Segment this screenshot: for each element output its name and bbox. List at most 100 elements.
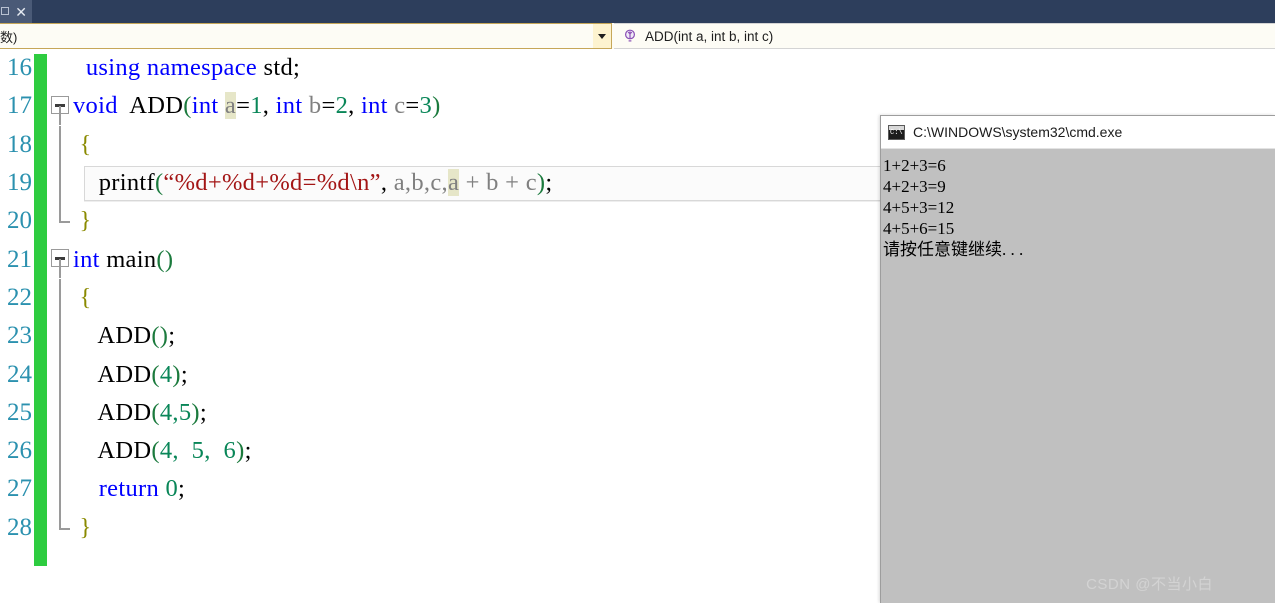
console-output: 1+2+3=6 4+2+3=9 4+5+3=12 4+5+6=15 请按任意键继续. .… (881, 149, 1275, 260)
code-token: () (151, 322, 169, 350)
code-token: ) (191, 398, 200, 426)
method-icon (622, 28, 638, 44)
fold-region (47, 355, 73, 394)
code-token: ; (199, 398, 207, 426)
code-text[interactable]: return 0; (73, 475, 185, 503)
code-token: c (394, 92, 406, 120)
vs-editor-window: ✕ 数) ADD(int a, int b, int c) 16 using n… (0, 0, 1275, 603)
code-token: ) (432, 92, 441, 120)
code-token: int (73, 245, 100, 273)
fold-region (47, 317, 73, 356)
code-token: { (79, 130, 92, 158)
fold-region (47, 49, 73, 87)
console-title-bar[interactable]: C:\WINDOWS\system32\cmd.exe (881, 116, 1275, 149)
code-token: a (447, 169, 460, 197)
member-dropdown[interactable]: ADD(int a, int b, int c) (614, 23, 1275, 49)
line-number: 16 (7, 54, 32, 82)
code-text[interactable]: using namespace std; (73, 54, 300, 82)
code-token: ; (293, 54, 301, 82)
code-token: ADD (97, 360, 152, 388)
chevron-down-icon[interactable] (593, 24, 611, 48)
code-text[interactable]: } (73, 207, 92, 235)
console-window[interactable]: C:\WINDOWS\system32\cmd.exe 1+2+3=6 4+2+3… (880, 115, 1275, 603)
code-token: ADD (97, 398, 152, 426)
code-line[interactable]: 16 using namespace std; (0, 49, 1275, 87)
console-output-line: 4+2+3=9 (883, 177, 946, 196)
code-token: 4 (159, 398, 173, 426)
code-token: ; (244, 437, 252, 465)
fold-region (47, 125, 73, 164)
code-token: ( (183, 92, 192, 120)
code-token: ( (151, 398, 160, 426)
code-token: int (361, 92, 388, 120)
code-token: = (405, 92, 420, 120)
line-number: 21 (7, 245, 32, 273)
code-token: 3 (419, 92, 433, 120)
console-output-line: 请按任意键继续. . . (883, 240, 1024, 259)
code-text[interactable]: { (73, 284, 92, 312)
restore-icon[interactable] (1, 7, 9, 15)
code-text[interactable]: ADD(4,5); (73, 399, 207, 427)
code-text[interactable]: ADD(); (73, 322, 175, 350)
code-token: 5 (178, 398, 192, 426)
line-number: 26 (7, 437, 32, 465)
fold-region (47, 470, 73, 509)
code-token: { (79, 283, 92, 311)
code-token: ) (236, 437, 245, 465)
code-token: a (393, 169, 405, 197)
code-text[interactable]: ADD(4, 5, 6); (73, 437, 252, 465)
code-text[interactable]: { (73, 131, 92, 159)
fold-end-marker (59, 202, 70, 224)
code-token: ( (151, 437, 160, 465)
fold-region[interactable] (47, 240, 73, 279)
code-token: int (275, 92, 303, 120)
fold-region (47, 431, 73, 471)
code-token: ; (180, 360, 188, 388)
code-token: 5 (191, 437, 205, 465)
code-token: } (79, 207, 92, 235)
scope-dropdown[interactable]: 数) (0, 23, 612, 49)
fold-region (47, 163, 73, 203)
fold-region[interactable] (47, 87, 73, 126)
code-token: = (321, 92, 336, 120)
code-token: ; (168, 322, 176, 350)
console-title-text: C:\WINDOWS\system32\cmd.exe (913, 124, 1123, 140)
code-token: 4 (159, 360, 173, 388)
line-number: 18 (7, 130, 32, 158)
code-token: 1 (250, 92, 263, 120)
code-token: ( (151, 360, 160, 388)
code-text[interactable]: void ADD(int a=1, int b=2, int c=3) (73, 92, 441, 120)
close-icon[interactable]: ✕ (15, 5, 27, 19)
fold-region (47, 393, 73, 432)
cmd-icon (888, 124, 905, 140)
code-token: int (191, 92, 219, 120)
editor-tab-strip: ✕ (0, 0, 1275, 23)
code-token: ADD (97, 322, 152, 350)
fold-end-marker (59, 508, 70, 530)
code-token: } (79, 513, 92, 541)
code-token: ) (172, 360, 181, 388)
line-number: 27 (7, 475, 32, 503)
line-number: 17 (7, 92, 32, 120)
code-token: 0 (165, 475, 179, 503)
code-token: () (156, 245, 174, 273)
code-token: 4 (159, 437, 173, 465)
editor-tab-active[interactable]: ✕ (0, 0, 32, 23)
fold-region (47, 508, 73, 547)
line-number: 28 (7, 513, 32, 541)
fold-region (47, 278, 73, 318)
code-text[interactable]: int main() (73, 246, 173, 274)
code-token: 6 (223, 437, 237, 465)
code-token: c (525, 169, 537, 197)
watermark: CSDN @不当小白 (1086, 576, 1213, 593)
code-token: c (430, 169, 442, 197)
code-text[interactable]: } (73, 514, 92, 542)
line-number: 23 (7, 322, 32, 350)
console-output-line: 1+2+3=6 (883, 156, 946, 175)
code-text[interactable]: ADD(4); (73, 361, 188, 389)
scope-dropdown-value: 数) (0, 29, 18, 45)
code-text[interactable]: printf(“%d+%d+%d=%d\n”, a,b,c,a + b + c)… (73, 169, 552, 197)
